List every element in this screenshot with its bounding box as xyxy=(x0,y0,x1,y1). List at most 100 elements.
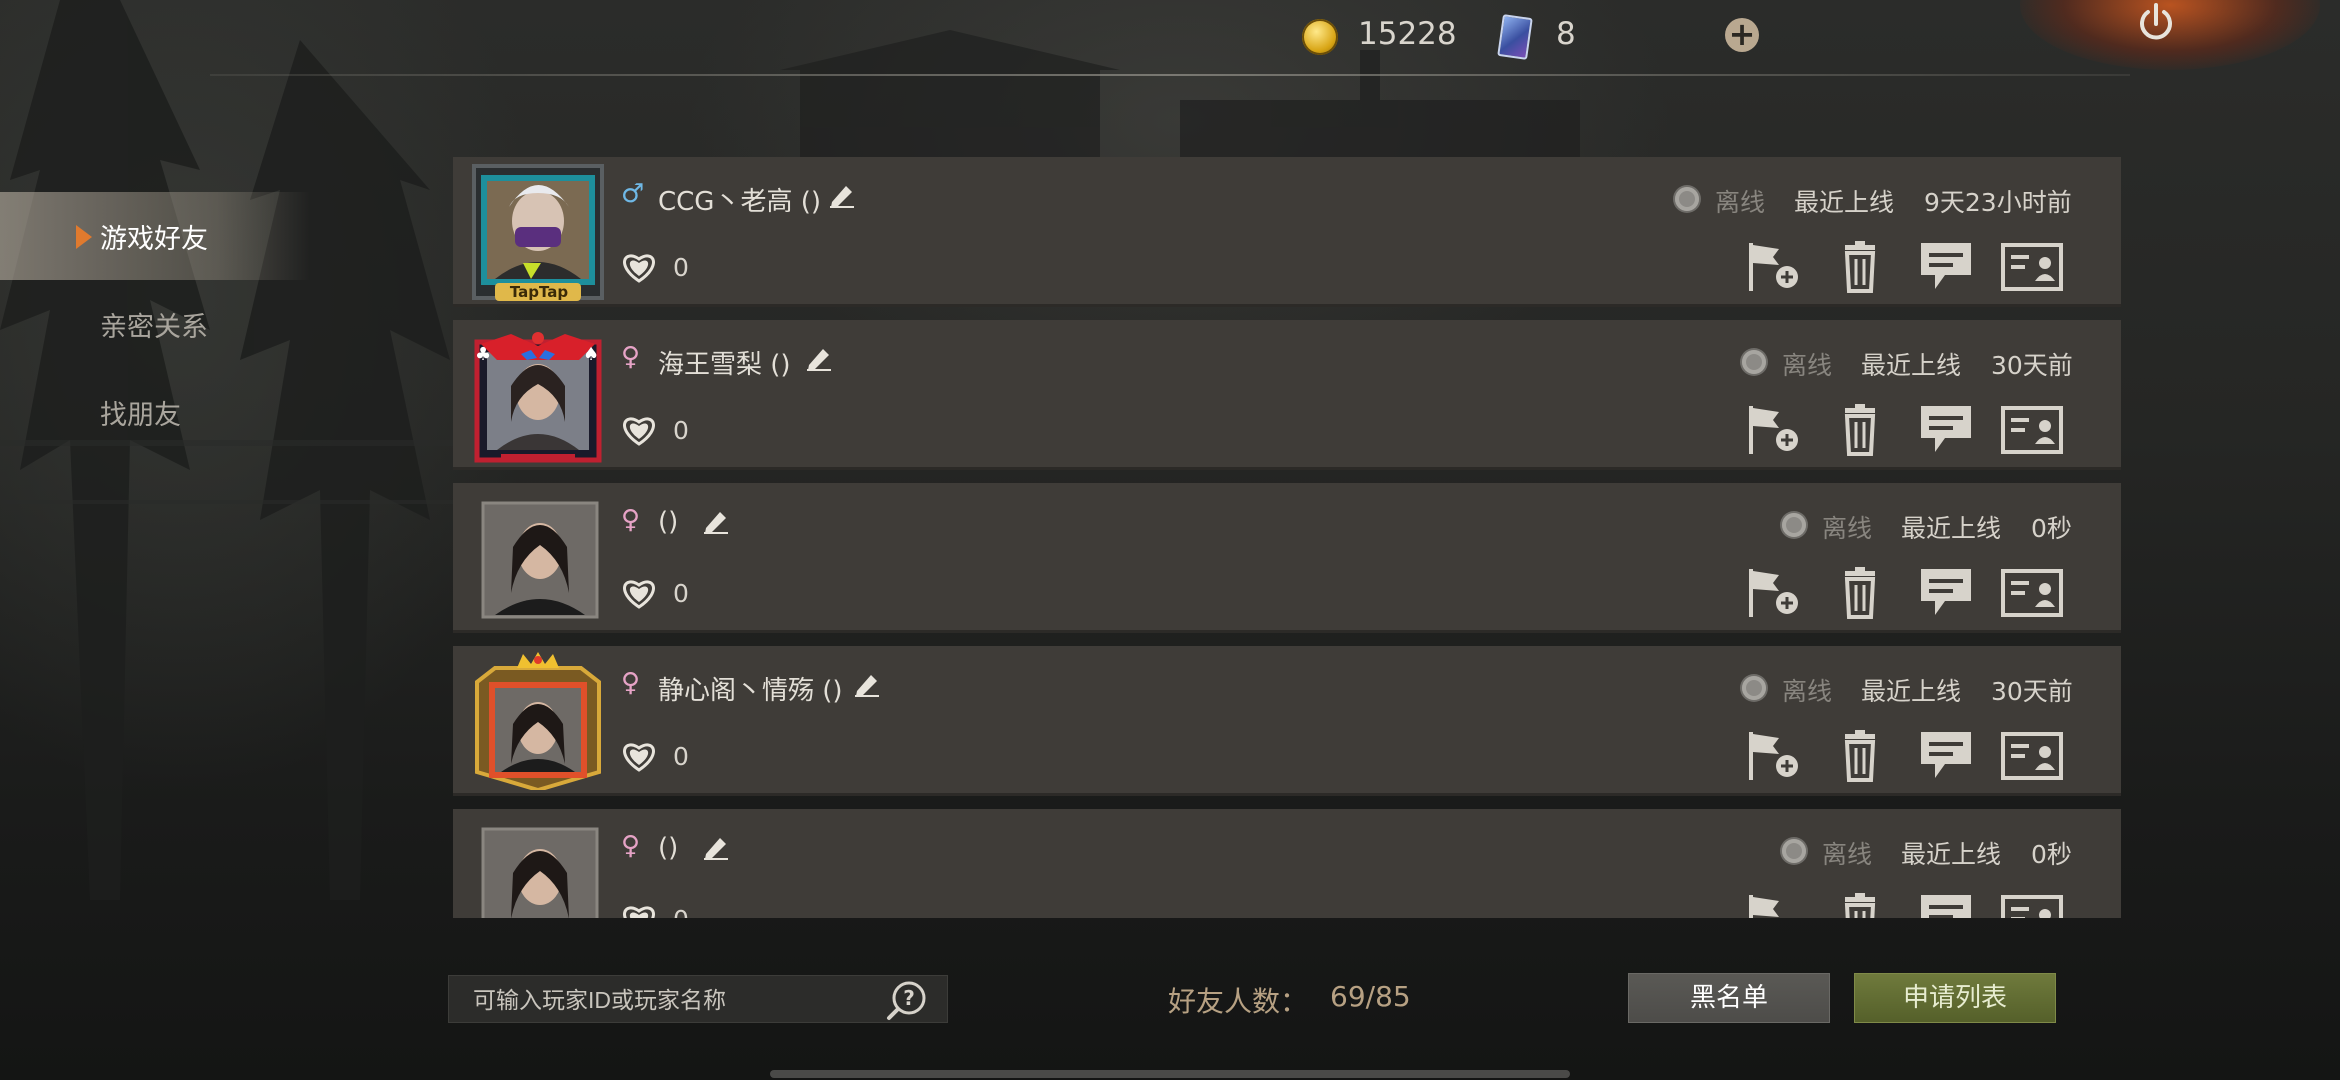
topbar-divider xyxy=(210,74,2130,76)
friend-row[interactable]: ♀ () 0 离线 最近上线 0秒 xyxy=(453,483,2121,633)
active-arrow-icon xyxy=(76,225,92,249)
avatar[interactable] xyxy=(471,815,605,918)
last-online-label: 最近上线 xyxy=(1794,188,1895,217)
status-text: 离线 xyxy=(1822,514,1873,543)
avatar[interactable] xyxy=(471,489,605,627)
flag-add-icon[interactable] xyxy=(1743,567,1805,619)
sidebar: 游戏好友 亲密关系 找朋友 xyxy=(0,192,310,456)
last-online-label: 最近上线 xyxy=(1861,351,1962,380)
heart-count: 0 xyxy=(673,742,689,771)
heart-icon xyxy=(623,254,655,283)
home-indicator xyxy=(770,1070,1570,1078)
status-indicator xyxy=(1742,676,1766,700)
apply-list-button[interactable]: 申请列表 xyxy=(1854,973,2056,1023)
sidebar-item-intimacy[interactable]: 亲密关系 xyxy=(0,280,310,368)
heart-count: 0 xyxy=(673,579,689,608)
trash-icon[interactable] xyxy=(1829,730,1891,782)
profile-card-icon[interactable] xyxy=(2001,730,2063,782)
status-indicator xyxy=(1782,513,1806,537)
avatar-frame-plain xyxy=(481,827,599,918)
sidebar-item-find-friends[interactable]: 找朋友 xyxy=(0,368,310,456)
avatar-frame-taptap xyxy=(472,164,604,301)
search-help-icon[interactable]: ? xyxy=(885,980,929,1022)
trash-icon[interactable] xyxy=(1829,404,1891,456)
heart-count: 0 xyxy=(673,416,689,445)
avatar[interactable]: ♣ ♠ xyxy=(471,326,605,464)
chat-icon[interactable] xyxy=(1915,893,1977,918)
search-input[interactable] xyxy=(473,986,873,1014)
last-online-value: 30天前 xyxy=(1991,351,2073,380)
status-text: 离线 xyxy=(1822,840,1873,869)
heart-icon xyxy=(623,906,655,918)
status-text: 离线 xyxy=(1782,351,1833,380)
svg-text:♠: ♠ xyxy=(583,344,599,365)
friend-list[interactable]: TapTap ♂ CCG丶老高 () 0 离线 最近上线 9天23小时前 ♣ ♠… xyxy=(447,153,2129,918)
edit-icon[interactable] xyxy=(805,345,833,371)
taptap-badge-label: TapTap xyxy=(509,283,569,301)
edit-icon[interactable] xyxy=(702,508,730,534)
trash-icon[interactable] xyxy=(1829,567,1891,619)
flag-add-icon[interactable] xyxy=(1743,241,1805,293)
avatar[interactable]: TapTap xyxy=(471,163,605,301)
sidebar-item-game-friends[interactable]: 游戏好友 xyxy=(0,192,310,280)
edit-icon[interactable] xyxy=(702,834,730,860)
card-count: 8 xyxy=(1556,16,1576,52)
profile-card-icon[interactable] xyxy=(2001,404,2063,456)
last-online-label: 最近上线 xyxy=(1901,840,2002,869)
friend-name: CCG丶老高 () xyxy=(658,187,822,217)
friend-name: 海王雪梨 () xyxy=(658,350,791,380)
flag-add-icon[interactable] xyxy=(1743,730,1805,782)
edit-icon[interactable] xyxy=(828,182,856,208)
friend-row[interactable]: TapTap ♂ CCG丶老高 () 0 离线 最近上线 9天23小时前 xyxy=(453,157,2121,307)
trash-icon[interactable] xyxy=(1829,893,1891,918)
female-icon: ♀ xyxy=(621,505,641,535)
flag-add-icon[interactable] xyxy=(1743,893,1805,918)
heart-count: 0 xyxy=(673,905,689,918)
sidebar-item-label: 找朋友 xyxy=(100,399,181,431)
last-online-value: 0秒 xyxy=(2031,514,2072,543)
avatar-frame-crown xyxy=(475,652,601,793)
gold-coin-icon xyxy=(1302,19,1338,55)
chat-icon[interactable] xyxy=(1915,241,1977,293)
chat-icon[interactable] xyxy=(1915,730,1977,782)
last-online-label: 最近上线 xyxy=(1861,677,1962,706)
last-online-value: 30天前 xyxy=(1991,677,2073,706)
sidebar-item-label: 游戏好友 xyxy=(100,223,208,255)
heart-icon xyxy=(623,417,655,446)
last-online-label: 最近上线 xyxy=(1901,514,2002,543)
svg-text:♣: ♣ xyxy=(475,344,491,365)
edit-icon[interactable] xyxy=(853,671,881,697)
friend-name: 静心阁丶情殇 () xyxy=(658,676,843,706)
avatar[interactable] xyxy=(471,652,605,793)
status-indicator xyxy=(1675,187,1699,211)
friend-count-label: 好友人数： xyxy=(1168,985,1309,1018)
profile-card-icon[interactable] xyxy=(2001,241,2063,293)
trash-icon[interactable] xyxy=(1829,241,1891,293)
friend-row[interactable]: ♀ 静心阁丶情殇 () 0 离线 最近上线 30天前 xyxy=(453,646,2121,796)
female-icon: ♀ xyxy=(621,668,641,698)
status-text: 离线 xyxy=(1782,677,1833,706)
sidebar-item-label: 亲密关系 xyxy=(100,311,208,343)
chat-icon[interactable] xyxy=(1915,567,1977,619)
friend-name: () xyxy=(658,507,679,537)
heart-icon xyxy=(623,743,655,772)
female-icon: ♀ xyxy=(621,831,641,861)
add-currency-button[interactable]: + xyxy=(1725,18,1759,52)
profile-card-icon[interactable] xyxy=(2001,567,2063,619)
card-icon xyxy=(1497,14,1533,60)
male-icon: ♂ xyxy=(621,179,645,209)
flag-add-icon[interactable] xyxy=(1743,404,1805,456)
svg-text:?: ? xyxy=(903,986,915,1010)
blacklist-button[interactable]: 黑名单 xyxy=(1628,973,1830,1023)
female-icon: ♀ xyxy=(621,342,641,372)
last-online-value: 0秒 xyxy=(2031,840,2072,869)
friend-row[interactable]: ♣ ♠ ♀ 海王雪梨 () 0 离线 最近上线 30天前 xyxy=(453,320,2121,470)
friend-name: () xyxy=(658,833,679,863)
player-search-box: ? xyxy=(448,975,948,1023)
friend-row[interactable]: ♀ () 0 离线 最近上线 0秒 xyxy=(453,809,2121,918)
avatar-frame-joker: ♣ ♠ xyxy=(474,332,602,463)
avatar-frame-plain xyxy=(481,501,599,619)
chat-icon[interactable] xyxy=(1915,404,1977,456)
power-icon[interactable] xyxy=(2136,2,2176,46)
profile-card-icon[interactable] xyxy=(2001,893,2063,918)
